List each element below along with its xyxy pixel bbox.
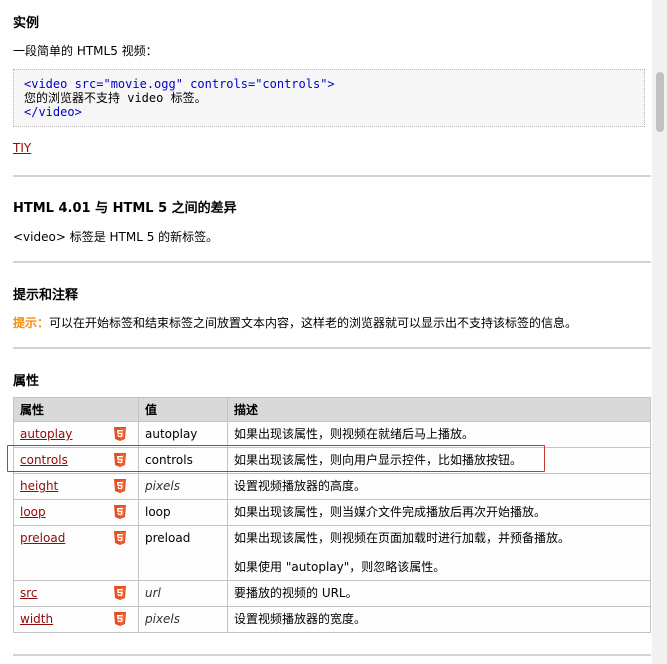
table-row: src url 要播放的视频的 URL。 [13,580,651,607]
attr-value: autoplay [145,427,198,441]
attr-link-controls[interactable]: controls [20,453,68,467]
attr-desc-cell: 设置视频播放器的宽度。 [227,606,651,633]
attr-value-cell: controls [138,447,228,474]
attr-desc: 如果出现该属性，则当媒介文件完成播放后再次开始播放。 [234,505,547,519]
attr-name-cell: height [13,473,139,500]
attr-value-cell: url [138,580,228,607]
column-header: 值 [138,397,228,422]
code-line-3: </video> [24,105,82,119]
html5-icon [114,427,126,441]
divider [13,175,651,177]
attr-value-cell: loop [138,499,228,526]
divider [13,347,651,349]
attr-desc-cell: 如果出现该属性，则当媒介文件完成播放后再次开始播放。 [227,499,651,526]
column-header: 描述 [227,397,651,422]
attr-value-cell: preload [138,525,228,581]
attr-name-cell: loop [13,499,139,526]
attr-value: loop [145,505,171,519]
divider [13,654,651,656]
attr-name-cell: src [13,580,139,607]
attr-desc-note: 如果使用 "autoplay"，则忽略该属性。 [234,560,446,574]
attr-name-cell: preload [13,525,139,581]
scrollbar-thumb[interactable] [656,72,664,132]
attr-desc-cell: 如果出现该属性，则视频在页面加载时进行加载，并预备播放。 如果使用 "autopl… [227,525,651,581]
diff-heading: HTML 4.01 与 HTML 5 之间的差异 [13,201,237,216]
table-row: autoplay autoplay 如果出现该属性，则视频在就绪后马上播放。 [13,421,651,448]
html5-icon [114,586,126,600]
attr-name-cell: controls [13,447,139,474]
attr-value-cell: autoplay [138,421,228,448]
attributes-table: 属性 值 描述 autoplay autoplay 如果出现该属性，则视频在就绪后马… [13,397,651,633]
attr-value: controls [145,453,193,467]
attr-desc-cell: 如果出现该属性，则视频在就绪后马上播放。 [227,421,651,448]
attr-link-src[interactable]: src [20,586,38,600]
example-intro: 一段简单的 HTML5 视频： [13,44,158,58]
attr-desc: 如果出现该属性，则向用户显示控件，比如播放按钮。 [234,453,523,467]
attributes-heading: 属性 [13,374,40,389]
html5-icon [114,479,126,493]
table-header-row: 属性 值 描述 [13,397,651,422]
attr-value: url [145,586,161,600]
tiy-link[interactable]: TIY [13,141,31,155]
attr-desc: 如果出现该属性，则视频在就绪后马上播放。 [234,427,475,441]
attr-value: preload [145,531,191,545]
table-row: loop loop 如果出现该属性，则当媒介文件完成播放后再次开始播放。 [13,499,651,526]
attr-desc-cell: 要播放的视频的 URL。 [227,580,651,607]
attr-desc: 设置视频播放器的高度。 [234,479,367,493]
code-block: <video src="movie.ogg" controls="control… [13,69,645,127]
code-line-1: <video src="movie.ogg" controls="control… [24,77,335,91]
html5-icon [114,453,126,467]
tips-heading: 提示和注释 [13,288,79,303]
table-row: width pixels 设置视频播放器的宽度。 [13,606,651,633]
attr-value-cell: pixels [138,606,228,633]
attr-desc-cell: 如果出现该属性，则向用户显示控件，比如播放按钮。 [227,447,651,474]
tip-text: 可以在开始标签和结束标签之间放置文本内容，这样老的浏览器就可以显示出不支持该标签… [49,316,578,330]
attr-link-preload[interactable]: preload [20,531,65,545]
html5-icon [114,505,126,519]
attr-value-cell: pixels [138,473,228,500]
attr-desc: 如果出现该属性，则视频在页面加载时进行加载，并预备播放。 [234,531,571,545]
attr-link-height[interactable]: height [20,479,58,493]
attr-link-width[interactable]: width [20,612,53,626]
diff-text: <video> 标签是 HTML 5 的新标签。 [13,230,219,244]
attr-link-loop[interactable]: loop [20,505,46,519]
attr-desc: 要播放的视频的 URL。 [234,586,358,600]
tips-text-row: 提示：可以在开始标签和结束标签之间放置文本内容，这样老的浏览器就可以显示出不支持… [13,314,577,331]
example-heading: 实例 [13,16,40,31]
html5-icon [114,531,126,545]
attr-desc-cell: 设置视频播放器的高度。 [227,473,651,500]
attr-value: pixels [145,612,181,626]
table-row: height pixels 设置视频播放器的高度。 [13,473,651,500]
table-row: controls controls 如果出现该属性，则向用户显示控件，比如播放按钮。 [13,447,651,474]
scrollbar[interactable] [652,0,667,664]
divider [13,261,651,263]
attr-name-cell: autoplay [13,421,139,448]
table-row: preload preload 如果出现该属性，则视频在页面加载时进行加载，并预备播… [13,525,651,581]
html5-icon [114,612,126,626]
attr-value: pixels [145,479,181,493]
tip-label: 提示： [13,316,50,330]
column-header: 属性 [13,397,139,422]
attr-link-autoplay[interactable]: autoplay [20,427,72,441]
attr-desc: 设置视频播放器的宽度。 [234,612,367,626]
code-line-2: 您的浏览器不支持 video 标签。 [24,91,207,105]
attr-name-cell: width [13,606,139,633]
